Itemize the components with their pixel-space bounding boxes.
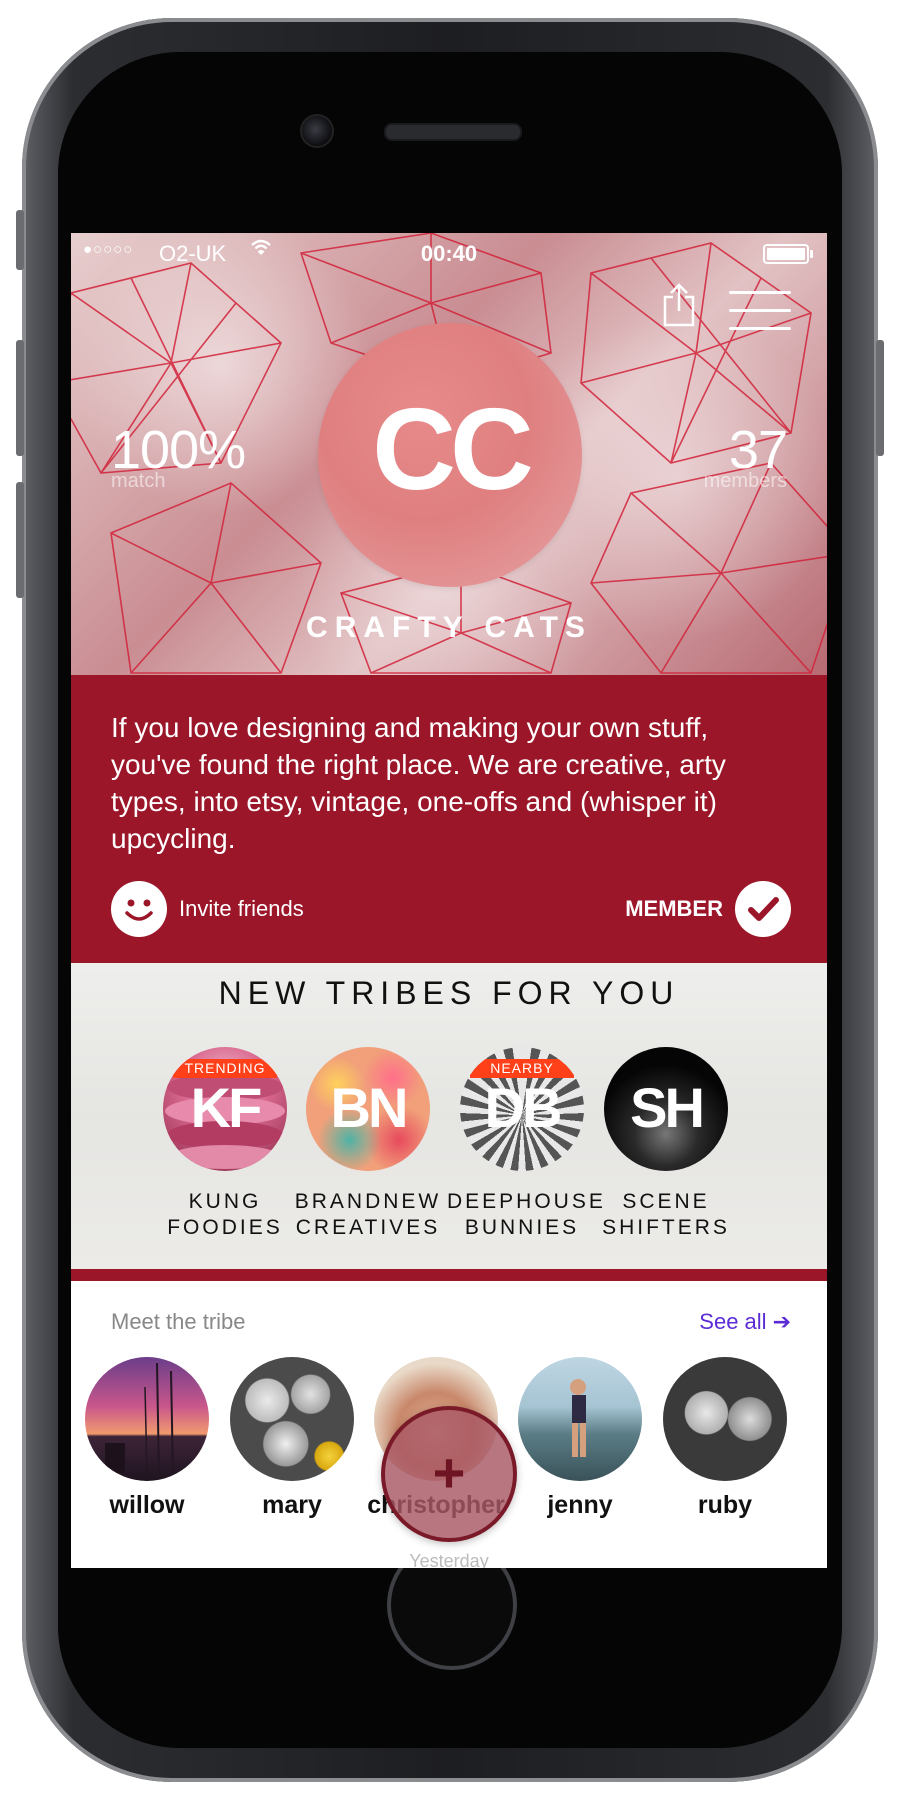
volume-down-button bbox=[16, 482, 24, 598]
power-button bbox=[876, 340, 884, 456]
share-icon[interactable] bbox=[661, 283, 697, 327]
tribe-label-line1: DEEPHOUSE bbox=[447, 1190, 606, 1213]
tribe-label-line2: SHIFTERS bbox=[602, 1216, 730, 1239]
status-bar: ●○○○○ O2-UK 00:40 bbox=[71, 233, 827, 271]
tribe-card-brandnew-creatives[interactable]: BN BRANDNEW CREATIVES bbox=[293, 1047, 443, 1241]
tribe-avatar: BN bbox=[306, 1047, 430, 1171]
tribe-badge: NEARBY bbox=[470, 1059, 574, 1078]
tribe-description: If you love designing and making your ow… bbox=[111, 712, 726, 854]
member-name: willow bbox=[109, 1491, 185, 1519]
new-tribes-title: NEW TRIBES FOR YOU bbox=[218, 975, 680, 1011]
tribe-label-line2: BUNNIES bbox=[464, 1216, 580, 1239]
member-name: mary bbox=[262, 1491, 322, 1519]
see-all-label: See all bbox=[699, 1309, 767, 1334]
tribe-label-line2: CREATIVES bbox=[295, 1216, 441, 1239]
plus-icon: + bbox=[432, 1441, 466, 1504]
tribe-description-panel: If you love designing and making your ow… bbox=[71, 675, 827, 963]
member-avatar bbox=[85, 1357, 209, 1481]
volume-up-button bbox=[16, 340, 24, 456]
member-avatar bbox=[230, 1357, 354, 1481]
tribe-initials: CC bbox=[372, 384, 534, 514]
section-divider bbox=[71, 1269, 827, 1281]
members-value: 37 bbox=[728, 420, 788, 480]
tribe-hero: ●○○○○ O2-UK 00:40 100% match 37 members bbox=[71, 233, 827, 675]
check-icon bbox=[735, 881, 791, 937]
tribe-label: SCENE SHIFTERS bbox=[591, 1189, 741, 1241]
smiley-icon bbox=[111, 881, 167, 937]
tribe-badge: TRENDING bbox=[173, 1059, 277, 1078]
add-button[interactable]: + bbox=[381, 1406, 517, 1542]
tribe-card-kung-foodies[interactable]: TRENDING KF KUNG FOODIES bbox=[150, 1047, 300, 1241]
match-stat: 100% match bbox=[111, 420, 246, 491]
tribe-label: KUNG FOODIES bbox=[150, 1189, 300, 1241]
members-stat[interactable]: 37 members bbox=[703, 420, 788, 492]
front-camera bbox=[300, 114, 334, 148]
member-ruby[interactable]: ruby bbox=[653, 1357, 797, 1520]
member-willow[interactable]: willow bbox=[75, 1357, 219, 1520]
tribe-avatar: NEARBY DB bbox=[460, 1047, 584, 1171]
member-label: MEMBER bbox=[625, 896, 723, 921]
tribe-label-line2: FOODIES bbox=[167, 1216, 283, 1239]
member-avatar bbox=[663, 1357, 787, 1481]
tribe-label-line1: KUNG bbox=[188, 1190, 262, 1213]
tribe-initials: BN bbox=[330, 1076, 409, 1139]
earpiece-speaker bbox=[384, 123, 522, 141]
member-name: jenny bbox=[547, 1491, 613, 1519]
mute-switch bbox=[16, 210, 24, 270]
member-name: ruby bbox=[697, 1491, 753, 1519]
match-value: 100% bbox=[111, 420, 246, 480]
invite-friends-label: Invite friends bbox=[179, 896, 304, 921]
tribe-avatar: TRENDING KF bbox=[163, 1047, 287, 1171]
tribe-card-scene-shifters[interactable]: SH SCENE SHIFTERS bbox=[591, 1047, 741, 1241]
tribe-card-deephouse-bunnies[interactable]: NEARBY DB DEEPHOUSE BUNNIES bbox=[447, 1047, 606, 1241]
member-toggle[interactable]: MEMBER bbox=[571, 881, 791, 937]
tribe-label: BRANDNEW CREATIVES bbox=[293, 1189, 443, 1241]
tribe-label: DEEPHOUSE BUNNIES bbox=[447, 1189, 606, 1241]
tribe-label-line1: SCENE bbox=[622, 1190, 710, 1213]
activity-date-header: Yesterday bbox=[409, 1551, 489, 1568]
arrow-right-icon: ➔ bbox=[772, 1309, 791, 1334]
tribe-name: CRAFTY CATS bbox=[306, 611, 592, 644]
member-avatar bbox=[518, 1357, 642, 1481]
member-mary[interactable]: mary bbox=[220, 1357, 364, 1520]
tribe-label-line1: BRANDNEW bbox=[294, 1190, 442, 1213]
status-time: 00:40 bbox=[420, 241, 478, 266]
new-tribes-section: NEW TRIBES FOR YOU TRENDING KF KUNG FOOD… bbox=[71, 963, 827, 1269]
tribe-initials: KF bbox=[190, 1076, 263, 1139]
member-jenny[interactable]: jenny bbox=[508, 1357, 652, 1520]
tribe-initials: SH bbox=[630, 1076, 705, 1139]
battery-icon bbox=[763, 244, 813, 264]
app-screen: ●○○○○ O2-UK 00:40 100% match 37 members bbox=[71, 233, 827, 1568]
see-all-link[interactable]: See all ➔ bbox=[699, 1309, 791, 1335]
tribe-logo: CC bbox=[318, 323, 582, 587]
meet-the-tribe-title: Meet the tribe bbox=[111, 1309, 246, 1334]
members-label: members bbox=[703, 470, 787, 492]
menu-icon[interactable] bbox=[729, 291, 791, 333]
tribe-avatar: SH bbox=[604, 1047, 728, 1171]
tribe-initials: DB bbox=[484, 1076, 563, 1139]
